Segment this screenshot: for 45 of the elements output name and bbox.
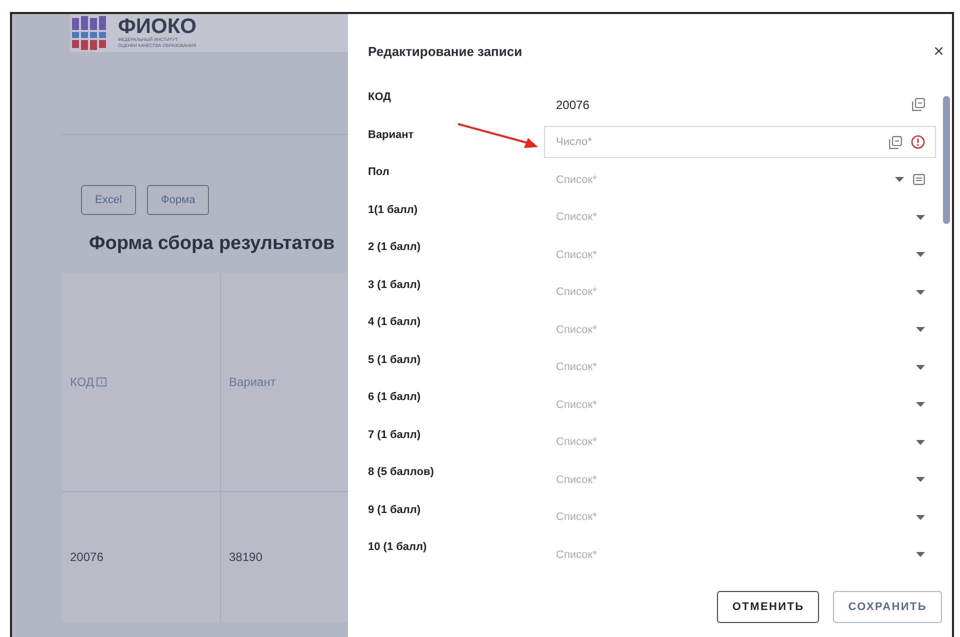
caret-icon: [916, 477, 925, 482]
dropdown-field[interactable]: Список*: [544, 538, 936, 571]
field-label: 2 (1 балл): [368, 240, 421, 253]
dropdown-field[interactable]: Список*: [544, 201, 936, 234]
dropdown-field[interactable]: Список*: [544, 314, 936, 346]
dialog-title: Редактирование записи: [368, 44, 522, 58]
dropdown-field[interactable]: Список*: [544, 388, 936, 421]
dropdown-field[interactable]: Список*: [544, 464, 936, 496]
caret-icon: [916, 364, 925, 370]
dropdown-field[interactable]: Список*: [544, 426, 936, 458]
toolbar-button[interactable]: Excel: [81, 185, 136, 215]
close-button[interactable]: ×: [929, 40, 948, 62]
caret-icon: [916, 290, 925, 295]
caret-icon: [895, 177, 904, 182]
field-label: Вариант: [368, 128, 414, 140]
caret-icon: [916, 214, 925, 220]
caret-icon: [916, 440, 925, 445]
caret-icon: [916, 552, 925, 558]
column-header: КОД: [62, 273, 221, 492]
caret-icon: [916, 327, 925, 332]
logo-name: ФИОКО: [118, 17, 197, 37]
page-title: Форма сбора результатов: [89, 233, 335, 255]
input-field[interactable]: Число*: [544, 126, 936, 158]
dropdown-field[interactable]: Список*: [544, 164, 936, 196]
caret-icon: [916, 514, 925, 520]
field-label: КОД: [368, 90, 391, 103]
field-label: 1(1 балл): [368, 202, 418, 216]
copy-icon[interactable]: [889, 136, 902, 149]
dialog-button[interactable]: СОХРАНИТЬ: [833, 591, 942, 623]
caret-icon: [916, 252, 925, 258]
input-field[interactable]: 20076: [544, 88, 936, 121]
toolbar-button[interactable]: Форма: [146, 185, 210, 215]
comment-icon: [96, 376, 108, 388]
table-cell: 20076: [62, 492, 221, 622]
dropdown-field[interactable]: Список*: [544, 276, 936, 308]
error-icon: [911, 135, 925, 150]
copy-icon[interactable]: [912, 98, 925, 112]
caret-icon: [916, 402, 925, 408]
scrollbar-thumb[interactable]: [943, 96, 950, 224]
field-label: Пол: [368, 165, 390, 178]
dropdown-field[interactable]: Список*: [544, 238, 936, 271]
note-icon: [913, 174, 925, 186]
dialog-button[interactable]: ОТМЕНИТЬ: [717, 591, 820, 623]
dropdown-field[interactable]: Список*: [544, 501, 936, 534]
dropdown-field[interactable]: Список*: [544, 351, 936, 384]
